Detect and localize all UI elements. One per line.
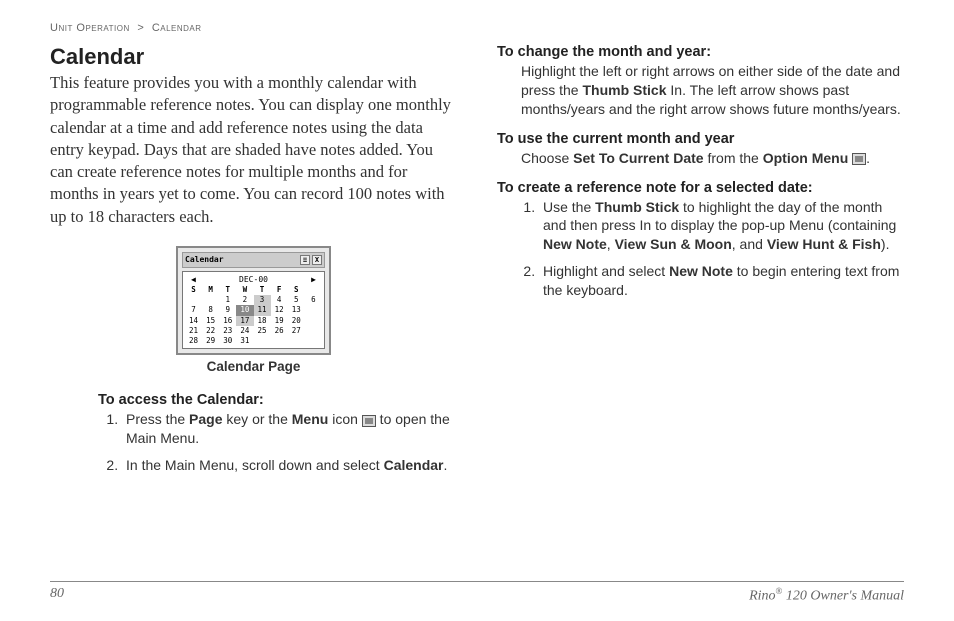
calendar-titlebar: Calendar ≡ X	[182, 252, 325, 268]
current-month-text: Choose Set To Current Date from the Opti…	[521, 149, 904, 168]
menu-icon: ≡	[300, 255, 310, 265]
create-note-step-1: Use the Thumb Stick to highlight the day…	[539, 198, 904, 255]
page-footer: 80 Rino® 120 Owner's Manual	[50, 581, 904, 605]
calendar-figure: Calendar ≡ X ◀ DEC-00 ▶ S	[50, 246, 457, 375]
calendar-widget-title: Calendar	[185, 255, 224, 264]
next-month-icon: ▶	[311, 275, 316, 284]
calendar-grid: S M T W T F S 123456 78910111213 1415161…	[185, 285, 322, 347]
current-month-heading: To use the current month and year	[497, 131, 904, 147]
change-month-heading: To change the month and year:	[497, 44, 904, 60]
month-label: DEC-00	[239, 275, 268, 284]
access-step-2: In the Main Menu, scroll down and select…	[122, 456, 457, 475]
intro-paragraph: This feature provides you with a monthly…	[50, 72, 457, 228]
breadcrumb: Unit Operation > Calendar	[50, 22, 904, 34]
menu-icon	[362, 415, 376, 427]
figure-caption: Calendar Page	[50, 359, 457, 374]
footer-doc: Rino® 120 Owner's Manual	[749, 586, 904, 605]
breadcrumb-section: Unit Operation	[50, 22, 130, 34]
calendar-nav: ◀ DEC-00 ▶	[185, 274, 322, 285]
page-title: Calendar	[50, 44, 457, 70]
close-icon: X	[312, 255, 322, 265]
create-note-heading: To create a reference note for a selecte…	[497, 180, 904, 196]
create-note-step-2: Highlight and select New Note to begin e…	[539, 262, 904, 300]
page-number: 80	[50, 586, 64, 605]
prev-month-icon: ◀	[191, 275, 196, 284]
option-menu-icon	[852, 153, 866, 165]
create-note-steps: Use the Thumb Stick to highlight the day…	[497, 198, 904, 300]
right-column: To change the month and year: Highlight …	[497, 44, 904, 487]
breadcrumb-sep: >	[137, 22, 144, 34]
breadcrumb-page: Calendar	[152, 22, 202, 34]
access-step-1: Press the Page key or the Menu icon to o…	[122, 410, 457, 448]
calendar-widget: Calendar ≡ X ◀ DEC-00 ▶ S	[176, 246, 331, 356]
left-column: Calendar This feature provides you with …	[50, 44, 457, 487]
access-heading: To access the Calendar:	[98, 392, 457, 408]
calendar-body: ◀ DEC-00 ▶ S M T W T F S	[182, 271, 325, 350]
access-steps: Press the Page key or the Menu icon to o…	[50, 410, 457, 475]
change-month-text: Highlight the left or right arrows on ei…	[521, 62, 904, 119]
